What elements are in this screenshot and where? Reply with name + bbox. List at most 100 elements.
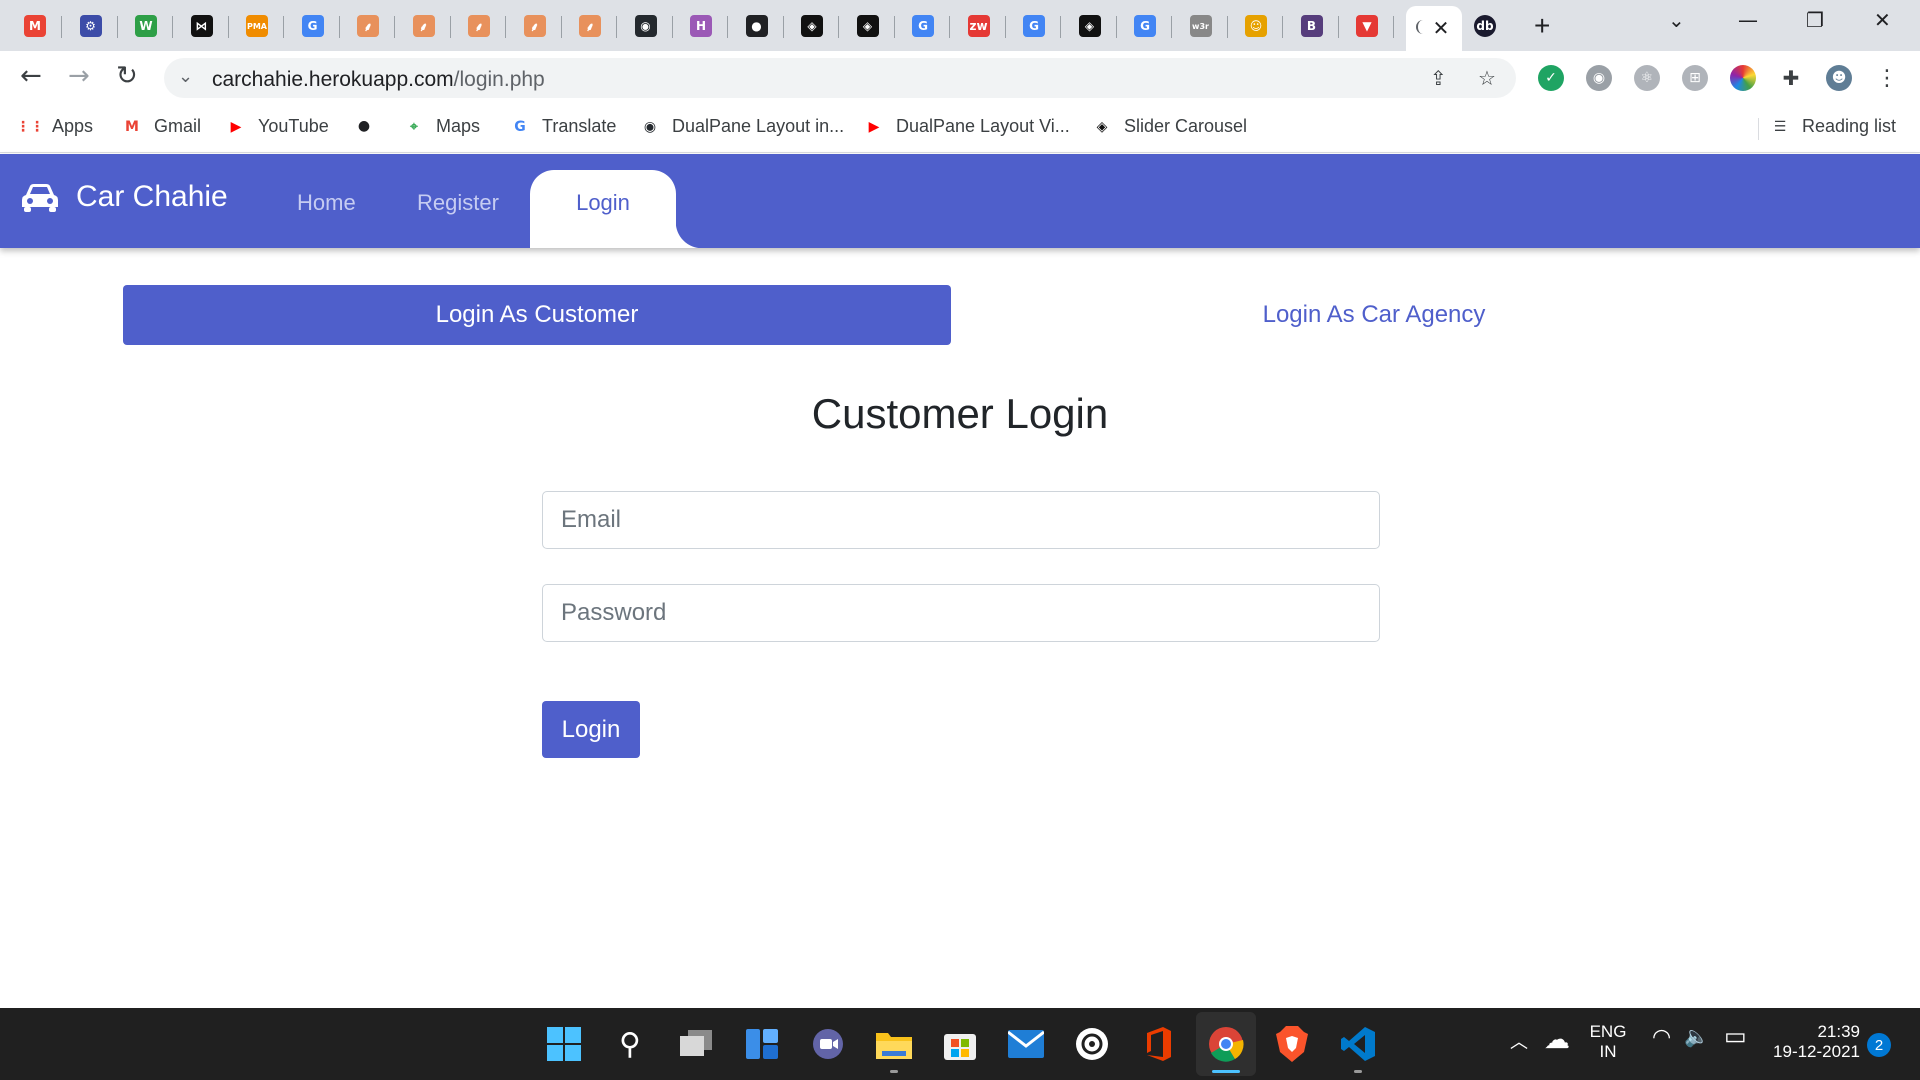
bookmarks-separator: [1758, 118, 1759, 140]
share-icon[interactable]: ⇪: [1430, 66, 1447, 90]
browser-tab[interactable]: ⸙: [452, 6, 506, 46]
browser-tab[interactable]: ◉: [619, 6, 673, 46]
volume-icon[interactable]: 🔈: [1684, 1024, 1709, 1049]
bookmark-item[interactable]: ▶ DualPane Layout Vi...: [864, 116, 1070, 137]
minimize-button[interactable]: —: [1738, 8, 1758, 32]
address-bar[interactable]: ⌄ carchahie.herokuapp.com/login.php ⇪ ☆: [164, 58, 1516, 98]
bookmark-item[interactable]: ⌖ Maps: [404, 116, 480, 137]
login-as-car-agency-tab[interactable]: Login As Car Agency: [1200, 285, 1548, 345]
browser-tab[interactable]: ◈: [785, 6, 839, 46]
chrome-icon[interactable]: [1208, 1026, 1244, 1062]
extensions-puzzle-icon[interactable]: ✚: [1778, 65, 1804, 91]
widgets-icon[interactable]: [744, 1026, 780, 1062]
clock[interactable]: 21:39 19-12-2021: [1766, 1022, 1860, 1062]
browser-tab[interactable]: ●: [730, 6, 784, 46]
profile-avatar[interactable]: ☻: [1826, 65, 1852, 91]
brand-link[interactable]: Car Chahie: [20, 180, 228, 214]
language-code: ENG: [1589, 1022, 1627, 1041]
teams-chat-icon[interactable]: [810, 1026, 846, 1062]
browser-tab[interactable]: B: [1285, 6, 1339, 46]
onedrive-cloud-icon[interactable]: ☁: [1544, 1024, 1570, 1055]
browser-tab[interactable]: ⸙: [341, 6, 395, 46]
browser-tab[interactable]: ⸙: [397, 6, 451, 46]
clock-date: 19-12-2021: [1773, 1042, 1860, 1061]
close-window-button[interactable]: ✕: [1874, 8, 1891, 32]
file-explorer-icon[interactable]: [876, 1026, 912, 1062]
tab-active[interactable]: ✕: [1406, 6, 1462, 51]
browser-tab[interactable]: db: [1458, 6, 1512, 46]
browser-tab[interactable]: ⸙: [508, 6, 562, 46]
tab-search-icon[interactable]: ⌄: [1668, 8, 1685, 32]
google-icon: G: [1134, 15, 1156, 37]
vivaldi-icon: ▼: [1356, 15, 1378, 37]
notification-badge[interactable]: 2: [1867, 1033, 1891, 1057]
wifi-icon[interactable]: ◠: [1652, 1024, 1671, 1050]
bookmark-item[interactable]: ⋮⋮ Apps: [16, 116, 93, 137]
browser-tab[interactable]: ⚙: [64, 6, 118, 46]
tab-separator: [505, 16, 506, 38]
reload-icon[interactable]: ↻: [116, 61, 138, 91]
feather-icon: ⸙: [412, 15, 435, 37]
nav-register[interactable]: Register: [417, 190, 499, 216]
mail-icon[interactable]: [1008, 1026, 1044, 1062]
browser-tab[interactable]: ◈: [841, 6, 895, 46]
brave-icon[interactable]: [1274, 1026, 1310, 1062]
forward-icon[interactable]: →: [68, 61, 90, 91]
site-info-icon[interactable]: ⌄: [178, 66, 193, 87]
language-indicator[interactable]: ENG IN: [1588, 1022, 1628, 1062]
microsoft-store-icon[interactable]: [942, 1026, 978, 1062]
browser-tab[interactable]: ☺: [1229, 6, 1283, 46]
bookmark-star-icon[interactable]: ☆: [1478, 66, 1496, 90]
browser-tab[interactable]: ⋈: [175, 6, 229, 46]
show-hidden-icons-icon[interactable]: ︿: [1510, 1028, 1528, 1054]
camera-extension-icon[interactable]: ◉: [1586, 65, 1612, 91]
bookmark-item[interactable]: ▶ YouTube: [226, 116, 329, 137]
new-tab-button[interactable]: +: [1534, 10, 1550, 42]
bookmark-item[interactable]: ◈ Slider Carousel: [1092, 116, 1247, 137]
browser-tab[interactable]: ⸙: [563, 6, 617, 46]
email-field[interactable]: [542, 491, 1380, 549]
browser-tab[interactable]: ▼: [1340, 6, 1394, 46]
tab-separator: [1282, 16, 1283, 38]
reading-list-button[interactable]: ☰ Reading list: [1770, 116, 1896, 137]
url-text[interactable]: carchahie.herokuapp.com/login.php: [212, 68, 545, 92]
cart-extension-icon[interactable]: ⊞: [1682, 65, 1708, 91]
login-submit-button[interactable]: Login: [542, 701, 640, 758]
bookmark-item[interactable]: ◉ DualPane Layout in...: [640, 116, 844, 137]
login-as-customer-tab[interactable]: Login As Customer: [123, 285, 951, 345]
browser-tab[interactable]: G: [896, 6, 950, 46]
google-icon: G: [301, 15, 324, 37]
browser-tab[interactable]: H: [674, 6, 728, 46]
browser-tab[interactable]: ◈: [1063, 6, 1117, 46]
chrome-menu-icon[interactable]: ⋮: [1874, 65, 1900, 91]
browser-tab[interactable]: PMA: [230, 6, 284, 46]
browser-tab[interactable]: G: [1007, 6, 1061, 46]
color-picker-extension-icon[interactable]: [1730, 65, 1756, 91]
start-icon[interactable]: [546, 1026, 582, 1062]
browser-tab[interactable]: W: [119, 6, 173, 46]
bookmark-item[interactable]: G Translate: [510, 116, 616, 137]
vscode-icon[interactable]: [1340, 1026, 1376, 1062]
grammarly-extension-icon[interactable]: ✓: [1538, 65, 1564, 91]
restore-button[interactable]: ❐: [1806, 8, 1824, 32]
task-view-icon[interactable]: [678, 1026, 714, 1062]
bookmark-item[interactable]: ●: [354, 116, 386, 136]
browser-tab[interactable]: zw: [952, 6, 1006, 46]
battery-icon[interactable]: ▭: [1724, 1022, 1747, 1051]
google-icon: G: [912, 15, 934, 37]
back-icon[interactable]: ←: [20, 61, 42, 91]
explorer-running-indicator: [890, 1070, 898, 1073]
browser-tab[interactable]: M: [8, 6, 62, 46]
office-icon[interactable]: [1140, 1026, 1176, 1062]
nav-home[interactable]: Home: [297, 190, 356, 216]
react-devtools-icon[interactable]: ⚛: [1634, 65, 1660, 91]
nav-login[interactable]: Login: [530, 170, 702, 248]
bookmark-item[interactable]: M Gmail: [122, 116, 201, 137]
browser-tab[interactable]: G: [286, 6, 340, 46]
close-tab-icon[interactable]: ✕: [1433, 16, 1450, 41]
chatgpt-app-icon[interactable]: [1074, 1026, 1110, 1062]
browser-tab[interactable]: G: [1118, 6, 1172, 46]
browser-tab[interactable]: w3r: [1174, 6, 1228, 46]
search-icon[interactable]: ⚲: [612, 1026, 648, 1062]
password-field[interactable]: [542, 584, 1380, 642]
